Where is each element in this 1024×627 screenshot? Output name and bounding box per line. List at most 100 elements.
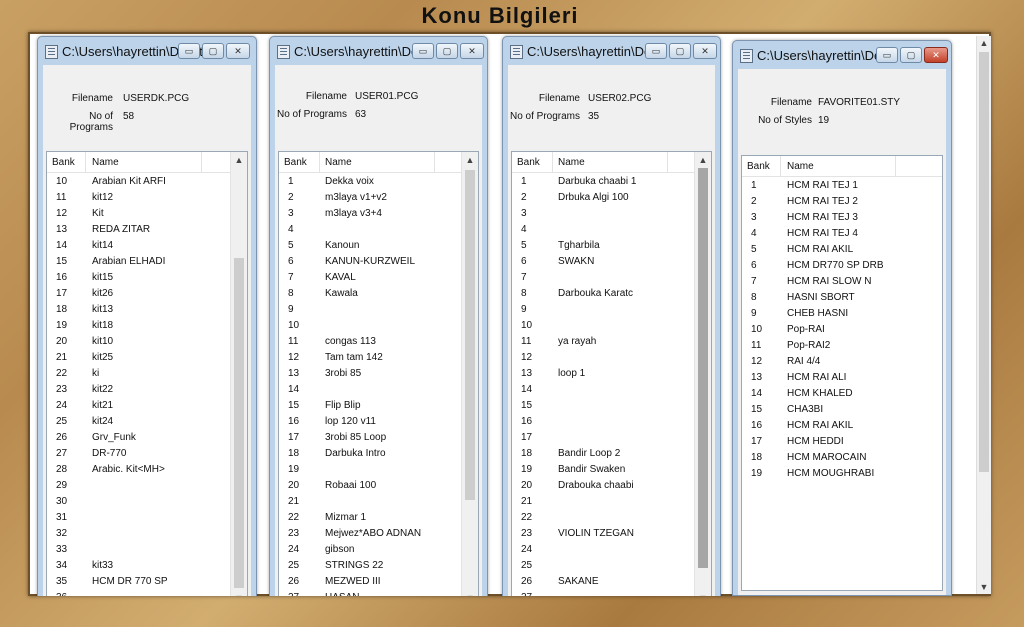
list-item[interactable]: 10	[279, 318, 461, 334]
list-item[interactable]: 6 HCM DR770 SP DRB	[742, 258, 942, 274]
list-item[interactable]: 21	[512, 494, 694, 510]
list-item[interactable]: 8 Kawala	[279, 286, 461, 302]
list-item[interactable]: 22 Mizmar 1	[279, 510, 461, 526]
list-item[interactable]: 19 Bandir Swaken	[512, 462, 694, 478]
list-item[interactable]: 15	[512, 398, 694, 414]
list-item[interactable]: 9	[279, 302, 461, 318]
list-item[interactable]: 17 3robi 85 Loop	[279, 430, 461, 446]
list-item[interactable]: 26 SAKANE	[512, 574, 694, 590]
minimize-button[interactable]: ▭	[876, 47, 898, 63]
list-item[interactable]: 14	[279, 382, 461, 398]
column-header-bank[interactable]: Bank	[284, 157, 307, 168]
list-item[interactable]: 26 MEZWED III	[279, 574, 461, 590]
list-item[interactable]: 27 DR-770	[47, 446, 230, 462]
list-item[interactable]: 20 Drabouka chaabi	[512, 478, 694, 494]
list-item[interactable]: 17	[512, 430, 694, 446]
list-item[interactable]: 7 KAVAL	[279, 270, 461, 286]
list-item[interactable]: 18 Darbuka Intro	[279, 446, 461, 462]
list-item[interactable]: 31	[47, 510, 230, 526]
list-item[interactable]: 9 CHEB HASNI	[742, 306, 942, 322]
list-item[interactable]: 3 m3laya v3+4	[279, 206, 461, 222]
close-button[interactable]: ✕	[226, 43, 250, 59]
column-divider[interactable]	[780, 156, 781, 176]
maximize-button[interactable]: ▢	[669, 43, 691, 59]
scroll-down-arrow[interactable]: ▼	[977, 580, 991, 594]
window-titlebar[interactable]: C:\Users\hayrettin\Deskt... ▭ ▢ ✕	[503, 37, 720, 65]
list-item[interactable]: 15 CHA3BI	[742, 402, 942, 418]
list-item[interactable]: 22	[512, 510, 694, 526]
list-item[interactable]: 20 kit10	[47, 334, 230, 350]
desktop-scrollbar[interactable]: ▲ ▼	[976, 36, 991, 594]
list-item[interactable]: 21 kit25	[47, 350, 230, 366]
program-list[interactable]: Bank Name 1 Darbuka chaabi 1 2 Drbuka Algi …	[511, 151, 712, 596]
list-item[interactable]: 12 Kit	[47, 206, 230, 222]
column-divider[interactable]	[552, 152, 553, 172]
list-item[interactable]: 23 kit22	[47, 382, 230, 398]
explorer-window-user02[interactable]: C:\Users\hayrettin\Deskt... ▭ ▢ ✕ Filena…	[502, 36, 721, 596]
scroll-down-arrow[interactable]: ▼	[462, 590, 478, 596]
list-item[interactable]: 1 Dekka voix	[279, 174, 461, 190]
list-item[interactable]: 11 ya rayah	[512, 334, 694, 350]
column-header-name[interactable]: Name	[92, 157, 119, 168]
close-button[interactable]: ✕	[924, 47, 948, 63]
list-item[interactable]: 5 Kanoun	[279, 238, 461, 254]
list-item[interactable]: 25 STRINGS 22	[279, 558, 461, 574]
list-item[interactable]: 34 kit33	[47, 558, 230, 574]
list-item[interactable]: 14 kit14	[47, 238, 230, 254]
list-scrollbar[interactable]: ▲ ▼	[461, 152, 478, 596]
list-item[interactable]: 14 HCM KHALED	[742, 386, 942, 402]
list-item[interactable]: 3	[512, 206, 694, 222]
list-item[interactable]: 33	[47, 542, 230, 558]
list-item[interactable]: 5 Tgharbila	[512, 238, 694, 254]
scroll-up-arrow[interactable]: ▲	[695, 152, 711, 168]
maximize-button[interactable]: ▢	[436, 43, 458, 59]
scroll-up-arrow[interactable]: ▲	[977, 36, 991, 50]
list-item[interactable]: 29	[47, 478, 230, 494]
scroll-thumb[interactable]	[979, 52, 989, 472]
list-item[interactable]: 11 kit12	[47, 190, 230, 206]
list-item[interactable]: 7 HCM RAI SLOW N	[742, 274, 942, 290]
list-item[interactable]: 15 Flip Blip	[279, 398, 461, 414]
list-item[interactable]: 24	[512, 542, 694, 558]
list-item[interactable]: 25	[512, 558, 694, 574]
explorer-window-favorite01[interactable]: C:\Users\hayrettin\Deskt... ▭ ▢ ✕ Filena…	[732, 40, 952, 596]
list-item[interactable]: 19 HCM MOUGHRABI	[742, 466, 942, 482]
list-item[interactable]: 13 3robi 85	[279, 366, 461, 382]
list-item[interactable]: 12 RAI 4/4	[742, 354, 942, 370]
column-divider[interactable]	[201, 152, 202, 172]
list-item[interactable]: 2 Drbuka Algi 100	[512, 190, 694, 206]
list-item[interactable]: 18 HCM MAROCAIN	[742, 450, 942, 466]
column-header-name[interactable]: Name	[325, 157, 352, 168]
list-item[interactable]: 17 kit26	[47, 286, 230, 302]
list-item[interactable]: 10 Pop-RAI	[742, 322, 942, 338]
scroll-up-arrow[interactable]: ▲	[462, 152, 478, 168]
list-item[interactable]: 28 Arabic. Kit<MH>	[47, 462, 230, 478]
close-button[interactable]: ✕	[460, 43, 484, 59]
explorer-window-user01[interactable]: C:\Users\hayrettin\Deskt... ▭ ▢ ✕ Filena…	[269, 36, 488, 596]
list-item[interactable]: 27	[512, 590, 694, 596]
list-scrollbar[interactable]: ▲ ▼	[694, 152, 711, 596]
list-item[interactable]: 12	[512, 350, 694, 366]
list-item[interactable]: 13 HCM RAI ALI	[742, 370, 942, 386]
minimize-button[interactable]: ▭	[645, 43, 667, 59]
list-item[interactable]: 6 SWAKN	[512, 254, 694, 270]
scroll-thumb[interactable]	[234, 258, 244, 588]
column-header-bank[interactable]: Bank	[747, 161, 770, 172]
column-divider[interactable]	[667, 152, 668, 172]
list-item[interactable]: 20 Robaai 100	[279, 478, 461, 494]
list-item[interactable]: 13 loop 1	[512, 366, 694, 382]
explorer-window-userdk[interactable]: C:\Users\hayrettin\Deskt... ▭ ▢ ✕ Filena…	[37, 36, 257, 596]
list-item[interactable]: 3 HCM RAI TEJ 3	[742, 210, 942, 226]
list-item[interactable]: 2 HCM RAI TEJ 2	[742, 194, 942, 210]
list-scrollbar[interactable]: ▲ ▼	[230, 152, 247, 596]
column-divider[interactable]	[434, 152, 435, 172]
list-item[interactable]: 30	[47, 494, 230, 510]
program-list[interactable]: Bank Name 10 Arabian Kit ARFI 11 kit12 12 Kit…	[46, 151, 248, 596]
list-item[interactable]: 8 HASNI SBORT	[742, 290, 942, 306]
minimize-button[interactable]: ▭	[412, 43, 434, 59]
list-item[interactable]: 11 Pop-RAI2	[742, 338, 942, 354]
minimize-button[interactable]: ▭	[178, 43, 200, 59]
column-header-name[interactable]: Name	[558, 157, 585, 168]
list-item[interactable]: 16 lop 120 v11	[279, 414, 461, 430]
column-divider[interactable]	[895, 156, 896, 176]
